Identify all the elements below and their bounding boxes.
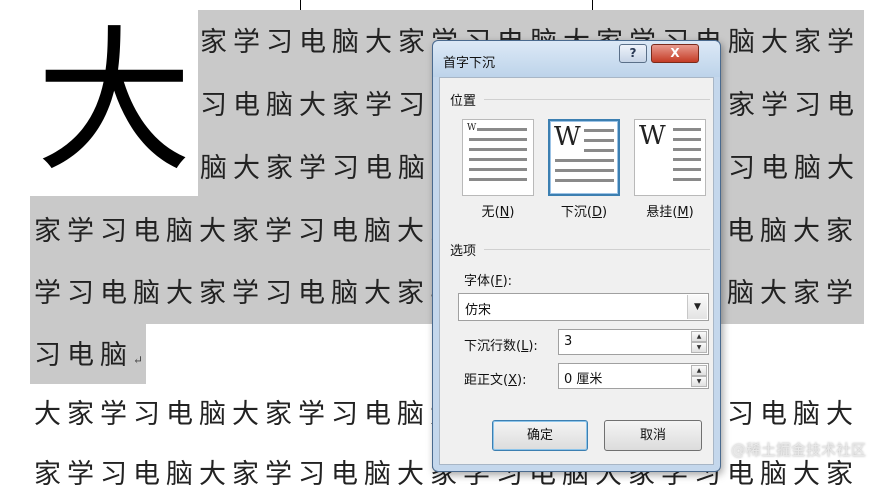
preview-glyph: W: [554, 122, 581, 152]
preview-line: [673, 178, 701, 181]
options-group-label: 选项: [450, 244, 477, 259]
font-label: 字体(F):: [464, 274, 513, 289]
group-divider: [484, 99, 710, 100]
preview-line: [584, 139, 614, 142]
lines-to-drop-label: 下沉行数(L):: [464, 339, 538, 354]
preview-line: [584, 149, 614, 152]
text-line-content: 习电脑: [34, 340, 133, 371]
preview-line: [469, 158, 527, 161]
spin-up-icon[interactable]: ▲: [691, 331, 707, 342]
paragraph-mark: ↵: [133, 353, 144, 367]
preview-line: [555, 159, 614, 162]
group-divider: [484, 249, 710, 250]
cancel-button[interactable]: 取消: [604, 420, 702, 451]
dialog-title: 首字下沉: [443, 56, 496, 71]
preview-line: [673, 138, 701, 141]
dialog-titlebar[interactable]: 首字下沉 ? X: [433, 41, 720, 77]
chevron-down-icon[interactable]: ▼: [687, 295, 707, 319]
text-line[interactable]: 习电脑↵: [34, 339, 154, 377]
option-margin-label[interactable]: 悬挂(M): [634, 201, 706, 220]
distance-from-text-label: 距正文(X):: [464, 373, 527, 388]
option-dropped-preview[interactable]: W: [548, 119, 620, 196]
spin-down-icon[interactable]: ▼: [691, 376, 707, 387]
preview-line: [469, 178, 527, 181]
ok-button[interactable]: 确定: [492, 420, 588, 451]
option-margin-preview[interactable]: W: [634, 119, 706, 196]
preview-line: [469, 138, 527, 141]
preview-line: [555, 179, 614, 182]
distance-from-text-value: 0 厘米: [564, 372, 603, 387]
ruler-tick: [300, 0, 301, 10]
dialog-body: 位置 W 无(N) W 下沉(D) W 悬挂(M) 选项 字体(F): 仿宋 ▼…: [439, 77, 714, 465]
preview-line: [477, 128, 527, 131]
preview-glyph: W: [467, 123, 477, 133]
lines-to-drop-value: 3: [564, 334, 573, 349]
preview-line: [584, 129, 614, 132]
watermark: @稀土掘金技术社区: [730, 441, 866, 459]
spin-down-icon[interactable]: ▼: [691, 342, 707, 353]
font-select[interactable]: 仿宋 ▼: [458, 293, 709, 321]
preview-line: [469, 148, 527, 151]
preview-line: [673, 128, 701, 131]
lines-to-drop-stepper[interactable]: 3 ▲ ▼: [558, 329, 709, 355]
help-button[interactable]: ?: [619, 44, 647, 63]
font-select-value: 仿宋: [465, 303, 492, 318]
ruler-tick: [592, 0, 593, 10]
preview-line: [673, 148, 701, 151]
drop-cap-dialog: 首字下沉 ? X 位置 W 无(N) W 下沉(D) W 悬挂(M) 选项 字体…: [432, 40, 721, 472]
preview-line: [673, 158, 701, 161]
position-group-label: 位置: [450, 94, 477, 109]
close-button[interactable]: X: [651, 44, 699, 63]
spin-up-icon[interactable]: ▲: [691, 365, 707, 376]
preview-line: [673, 168, 701, 171]
option-none-label[interactable]: 无(N): [462, 201, 534, 220]
preview-glyph: W: [639, 121, 666, 151]
preview-line: [469, 168, 527, 171]
option-dropped-label[interactable]: 下沉(D): [548, 201, 620, 220]
distance-from-text-stepper[interactable]: 0 厘米 ▲ ▼: [558, 363, 709, 389]
drop-cap-letter[interactable]: 大: [30, 8, 198, 196]
option-none-preview[interactable]: W: [462, 119, 534, 196]
preview-line: [555, 169, 614, 172]
